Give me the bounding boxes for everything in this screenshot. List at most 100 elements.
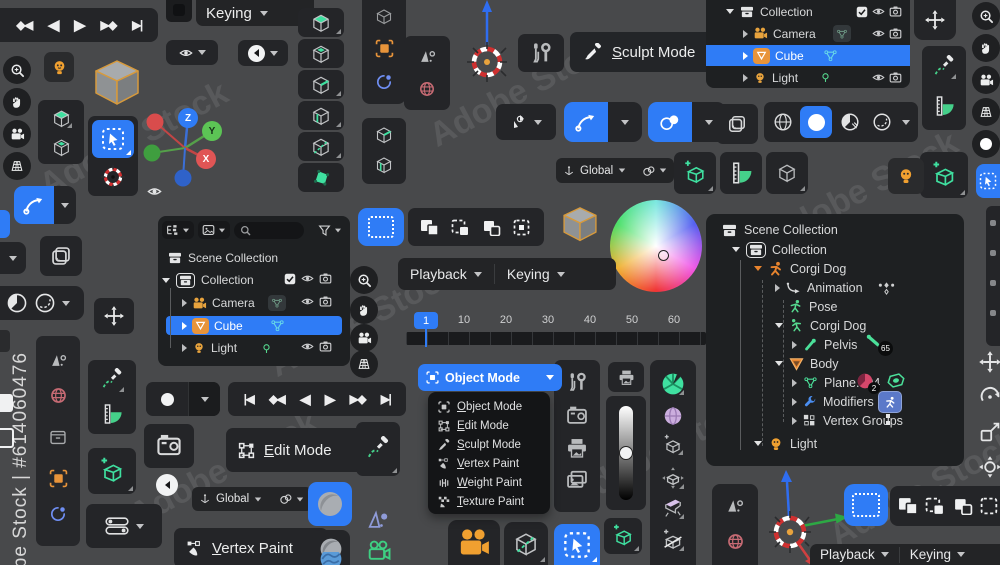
axis-y-ball[interactable]: Y [202,121,222,141]
eye-icon[interactable] [872,5,885,18]
eye-icon[interactable] [301,340,314,353]
edge-dropdown-fragment[interactable] [0,242,26,274]
outliner-row-collection[interactable]: Collection [162,272,254,288]
view-layer-tab-icon[interactable] [562,466,592,494]
metaball-icon[interactable] [661,404,685,428]
snap-pivot-dropdown[interactable] [634,158,674,183]
eye-icon[interactable] [872,27,885,40]
eye-icon[interactable] [872,71,885,84]
rotate-icon-edge[interactable] [978,385,1000,409]
play-reverse-button[interactable]: ◀ [300,391,309,408]
visibility-dropdown[interactable] [166,40,218,65]
outliner-row-camera[interactable]: Camera [182,295,286,311]
light-bulb-button[interactable] [44,52,74,82]
menu-item-sculpt-mode[interactable]: Sculpt Mode [438,436,521,454]
expand-arrow-icon[interactable] [792,417,797,425]
pan-hand-button[interactable] [350,296,378,324]
expand-arrow-icon[interactable] [754,441,762,446]
timeline[interactable]: 1 10 20 30 40 50 60 [398,306,708,350]
expand-arrow-icon[interactable] [182,322,187,330]
light-bulb-button-2[interactable] [888,158,924,194]
filter-dropdown[interactable] [318,224,342,237]
bisect-cube-icon[interactable] [659,526,687,554]
measure-tool-icon[interactable] [929,90,959,122]
play-button[interactable]: ▶ [325,391,334,408]
duplicate-collection-button-2[interactable] [40,236,82,276]
outliner-row-modifiers[interactable]: Modifiers [792,393,874,410]
back-button[interactable] [156,474,178,496]
jump-start-button[interactable]: |◀ [244,392,254,406]
grid-floor-button[interactable] [350,350,378,378]
outliner-row-camera[interactable]: Camera [706,23,910,44]
outliner-row-cube-selected[interactable]: Cube [706,45,910,66]
expand-arrow-icon[interactable] [182,299,187,307]
camera-restrict-icon[interactable] [319,295,332,308]
jump-next-keyframe-button[interactable]: ▶◆ [100,18,115,32]
menu-item-object-mode[interactable]: Object Mode [438,398,522,416]
bevel-cube-icon[interactable] [370,122,398,148]
tweak-curve-tool-button[interactable] [564,102,608,142]
tool-dropdown-toggle[interactable] [608,102,642,142]
prev-keyframe-button[interactable]: ◆◀ [269,392,284,406]
segments-pie-icon[interactable] [659,370,687,398]
proportional-falloff-icon[interactable] [413,44,441,68]
expand-arrow-icon[interactable] [743,74,748,82]
expand-arrow-icon[interactable] [775,323,783,328]
expand-arrow-icon[interactable] [792,379,797,387]
vertex-paint-button[interactable]: Vertex Paint [174,528,328,565]
measure-tool-icon[interactable] [97,398,127,430]
loop-cut-cube-icon[interactable] [370,152,398,178]
move-icon-edge[interactable] [978,350,1000,374]
checkbox-icon[interactable] [284,273,296,285]
tool-dropdown-toggle[interactable] [54,186,76,224]
move-tool-button-2[interactable] [94,298,134,334]
select-new-icon[interactable] [420,219,439,236]
camera-restrict-icon[interactable] [319,340,332,353]
material-preview-shading-icon[interactable] [836,108,864,136]
next-keyframe-button[interactable]: ▶◆ [350,392,365,406]
poly-build-tool-button[interactable] [298,163,344,192]
camera-view-button[interactable] [350,324,378,352]
expand-arrow-icon[interactable] [743,52,748,60]
outliner-row-light[interactable]: Light [182,340,273,356]
jump-prev-keyframe-button[interactable]: ◆◀ [16,18,31,32]
select-extend-icon[interactable] [925,497,945,515]
orientation-dropdown-bottom[interactable]: Global [192,487,282,511]
output-tab-icon[interactable] [562,434,592,462]
camera-orange-button[interactable] [448,520,500,565]
outliner-row-body[interactable]: Body [775,355,839,372]
add-cube-button[interactable] [920,152,968,198]
cube-display-button[interactable] [766,152,808,194]
camera-view-button[interactable] [972,66,1000,94]
mode-dropdown-header[interactable]: Object Mode [418,364,562,391]
add-cube-button-left[interactable] [88,448,136,494]
select-intersect-icon[interactable] [513,219,532,236]
eye-icon[interactable] [301,295,314,308]
current-frame-badge[interactable]: 1 [414,312,438,329]
dots-menu-icon[interactable] [886,414,890,425]
box-select-mode-active-bottom[interactable] [844,484,888,526]
outliner-row-corgi-dog[interactable]: Corgi Dog [754,260,846,277]
tool-settings-button[interactable] [518,34,564,72]
expand-arrow-icon[interactable] [775,361,783,366]
slider-handle[interactable] [619,446,633,460]
outliner-row-collection[interactable]: Collection [732,241,827,258]
add-cube-button-bottom[interactable] [604,518,642,554]
annotate-tool-icon[interactable] [97,365,127,395]
outliner-row-scene-collection[interactable]: Scene Collection [168,250,278,266]
grid-floor-button[interactable] [3,152,31,180]
playhead-line[interactable] [425,329,427,347]
search-input[interactable] [234,222,304,239]
menu-item-edit-mode[interactable]: Edit Mode [438,417,509,435]
color-wheel[interactable] [610,200,702,292]
menu-item-texture-paint[interactable]: Texture Paint [438,493,524,511]
display-mode-dropdown[interactable] [162,221,194,239]
select-subtract-icon[interactable] [953,497,973,515]
outliner-row-cube-selected[interactable]: Cube [166,316,342,335]
menu-item-weight-paint[interactable]: Weight Paint [438,474,522,492]
cube-icon[interactable] [370,2,398,28]
outliner-row-pelvis[interactable]: Pelvis [792,336,857,353]
falloff-violet-icon[interactable] [362,506,394,534]
jump-end-button[interactable]: ▶| [132,18,142,32]
outliner-row-corgi-data[interactable]: Corgi Dog [775,317,866,334]
